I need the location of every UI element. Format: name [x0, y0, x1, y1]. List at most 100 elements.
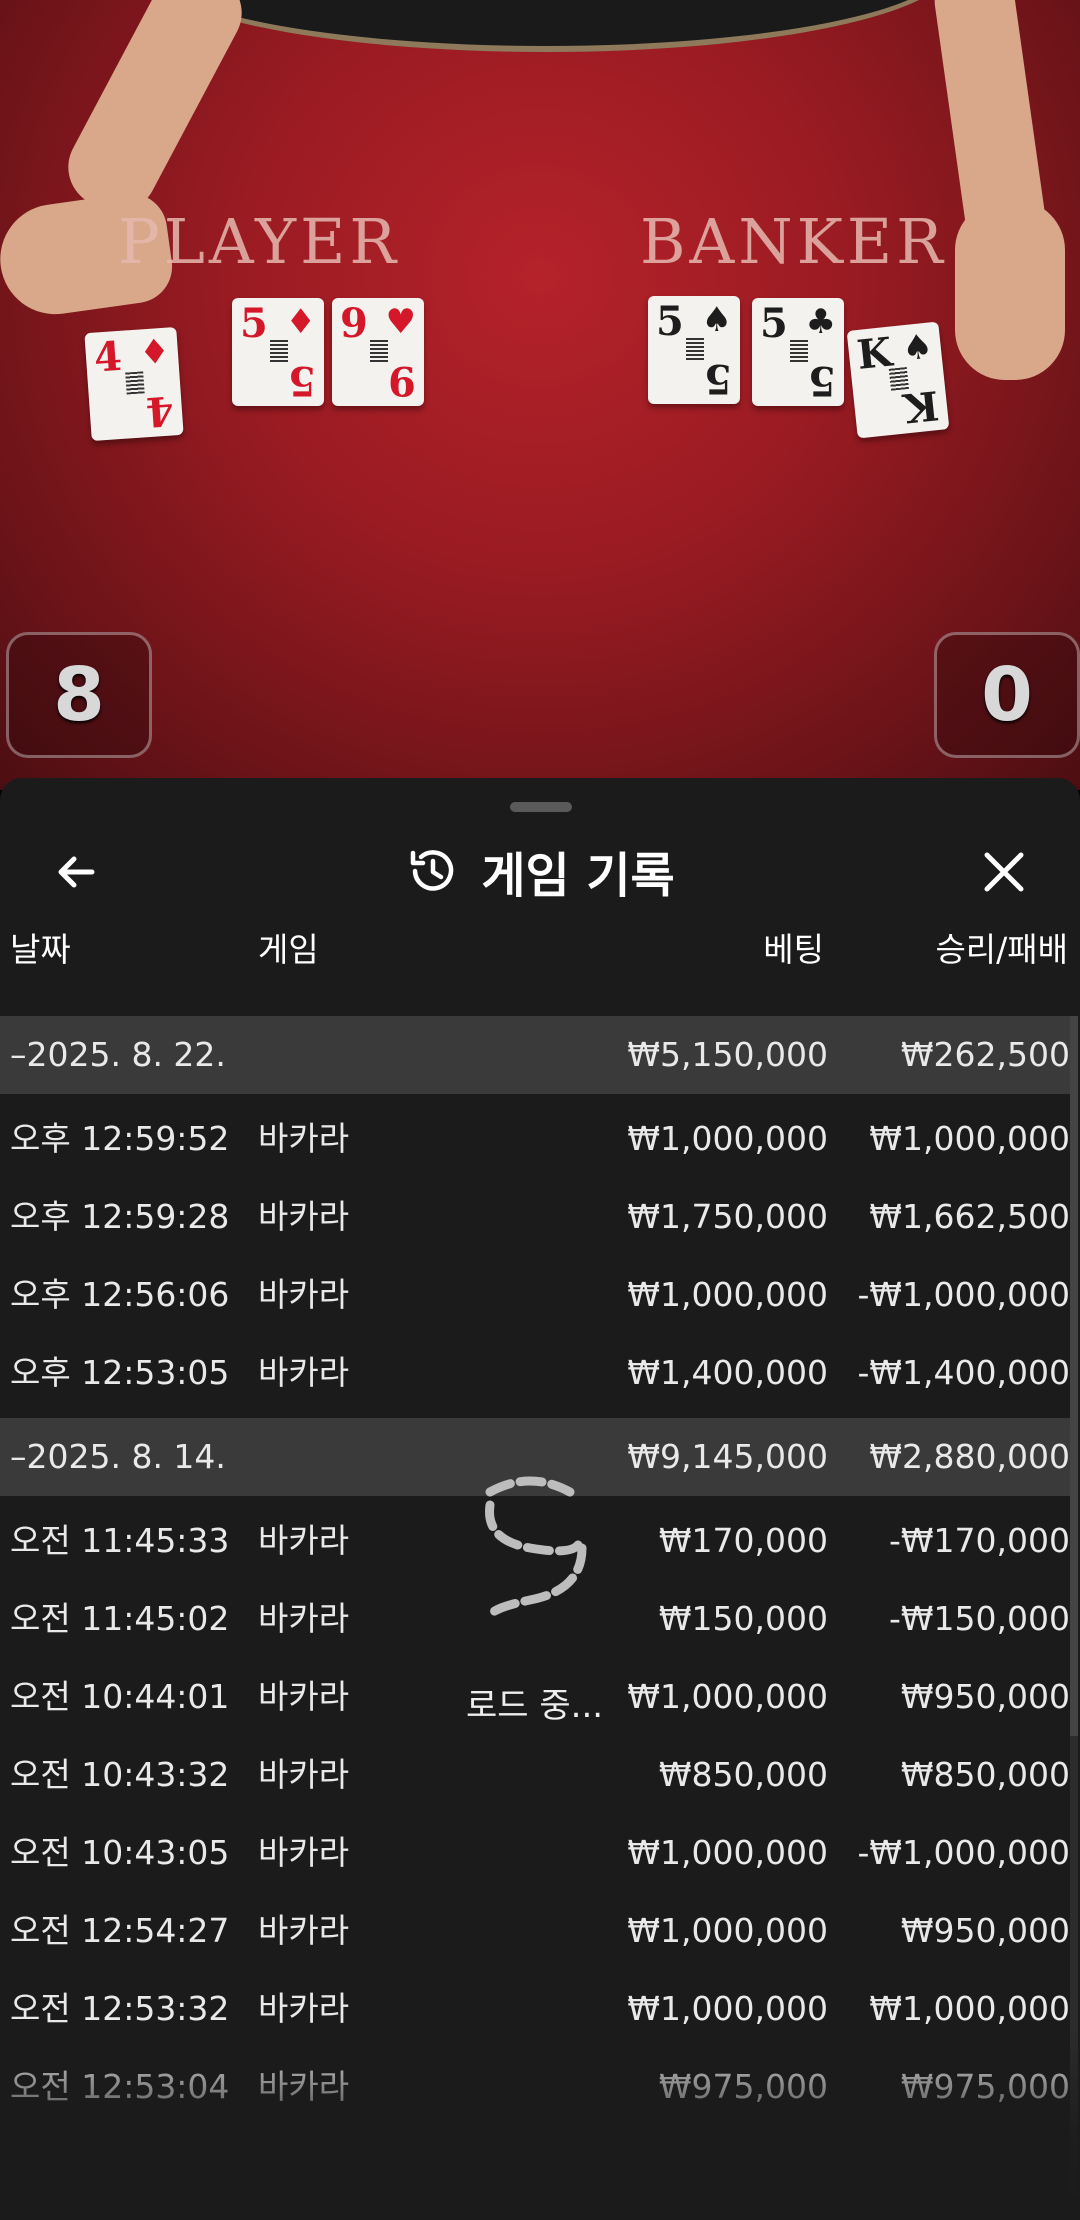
row-game: 바카라 — [258, 1521, 350, 1560]
loading-spinner-icon — [485, 1476, 587, 1621]
sheet-header: 게임 기록 — [0, 836, 1080, 906]
scrollbar[interactable] — [1070, 1016, 1078, 2196]
card-rank: 5 — [760, 300, 788, 347]
row-bet: ₩1,000,000 — [627, 1275, 828, 1314]
card-rank-inverted: 4 — [144, 386, 176, 436]
column-header-result: 승리/패배 — [935, 930, 1068, 969]
row-bet: ₩1,000,000 — [627, 1833, 828, 1872]
row-result: ₩950,000 — [900, 1911, 1070, 1950]
group-result-total: ₩262,500 — [900, 1035, 1070, 1074]
row-game: 바카라 — [258, 1677, 350, 1716]
row-bet: ₩1,000,000 — [627, 1911, 828, 1950]
drag-handle[interactable] — [510, 802, 572, 812]
table-row[interactable]: 오후 12:59:52 바카라 ₩1,000,000 ₩1,000,000 — [0, 1100, 1070, 1178]
loading-text: 로드 중... — [466, 1686, 604, 1726]
row-time: 오전 11:45:02 — [10, 1599, 230, 1638]
banker-label: BANKER — [640, 205, 947, 278]
date-group-row[interactable]: –2025. 8. 22. ₩5,150,000 ₩262,500 — [0, 1016, 1070, 1094]
dealer-right-hand — [955, 200, 1065, 380]
row-result: ₩975,000 — [900, 2067, 1070, 2106]
row-time: 오전 12:53:32 — [10, 1989, 230, 2028]
card-barcode — [270, 340, 288, 362]
row-time: 오전 12:54:27 — [10, 1911, 230, 1950]
row-result: ₩950,000 — [900, 1677, 1070, 1716]
row-game: 바카라 — [258, 1275, 350, 1314]
row-result: ₩1,000,000 — [869, 1119, 1070, 1158]
table-rim — [140, 0, 952, 52]
dealer-left-arm — [54, 0, 256, 226]
table-row[interactable]: 오전 10:43:32 바카라 ₩850,000 ₩850,000 — [0, 1736, 1070, 1814]
row-bet: ₩1,000,000 — [627, 1119, 828, 1158]
row-game: 바카라 — [258, 1197, 350, 1236]
column-header-bet: 베팅 — [763, 930, 824, 969]
banker-card: 5 ♠ 5 — [648, 296, 740, 404]
row-time: 오후 12:53:05 — [10, 1353, 230, 1392]
row-time: 오전 11:45:33 — [10, 1521, 230, 1560]
card-barcode — [790, 340, 808, 362]
page-title: 게임 기록 — [481, 848, 675, 904]
table-row[interactable]: 오전 12:53:04 바카라 ₩975,000 ₩975,000 — [0, 2048, 1070, 2126]
card-rank-inverted: 5 — [704, 355, 732, 402]
close-button[interactable] — [972, 840, 1036, 904]
row-time: 오후 12:59:52 — [10, 1119, 230, 1158]
row-bet: ₩1,750,000 — [627, 1197, 828, 1236]
column-header-game: 게임 — [258, 930, 319, 969]
group-result-total: ₩2,880,000 — [869, 1437, 1070, 1476]
row-bet: ₩1,000,000 — [627, 1677, 828, 1716]
group-bet-total: ₩5,150,000 — [627, 1035, 828, 1074]
row-bet: ₩150,000 — [658, 1599, 828, 1638]
row-result: -₩170,000 — [888, 1521, 1070, 1560]
card-rank: 5 — [240, 300, 268, 347]
player-card: 4 ♦ 4 — [84, 326, 184, 442]
group-date: –2025. 8. 14. — [10, 1437, 226, 1476]
row-game: 바카라 — [258, 1353, 350, 1392]
card-rank-inverted: 5 — [288, 357, 316, 404]
player-label: PLAYER — [118, 205, 401, 278]
table-row[interactable]: 오후 12:56:06 바카라 ₩1,000,000 -₩1,000,000 — [0, 1256, 1070, 1334]
player-card: 9 ♥ 9 — [332, 298, 424, 406]
row-result: ₩1,662,500 — [869, 1197, 1070, 1236]
card-barcode — [125, 371, 145, 395]
row-result: ₩850,000 — [900, 1755, 1070, 1794]
row-time: 오전 12:53:04 — [10, 2067, 230, 2106]
row-game: 바카라 — [258, 2067, 350, 2106]
card-suit: ♠ — [900, 326, 935, 370]
row-bet: ₩1,000,000 — [627, 1989, 828, 2028]
row-game: 바카라 — [258, 1599, 350, 1638]
player-score: 8 — [6, 632, 152, 758]
row-result: ₩1,000,000 — [869, 1989, 1070, 2028]
table-row[interactable]: 오후 12:59:28 바카라 ₩1,750,000 ₩1,662,500 — [0, 1178, 1070, 1256]
live-video-feed: PLAYER BANKER 4 ♦ 4 5 ♦ 5 9 ♥ 9 5 ♠ 5 5 ♣ 5 K ♠ K 8 0 — [0, 0, 1080, 790]
card-rank: 4 — [92, 332, 124, 382]
table-row[interactable]: 오전 12:53:32 바카라 ₩1,000,000 ₩1,000,000 — [0, 1970, 1070, 2048]
row-result: -₩150,000 — [888, 1599, 1070, 1638]
table-row[interactable]: 오후 12:53:05 바카라 ₩1,400,000 -₩1,400,000 — [0, 1334, 1070, 1412]
row-bet: ₩170,000 — [658, 1521, 828, 1560]
group-date: –2025. 8. 22. — [10, 1035, 226, 1074]
card-barcode — [370, 340, 388, 362]
row-game: 바카라 — [258, 1755, 350, 1794]
banker-card: K ♠ K — [846, 321, 950, 439]
group-bet-total: ₩9,145,000 — [627, 1437, 828, 1476]
card-suit: ♦ — [138, 331, 172, 374]
card-rank-inverted: K — [901, 381, 942, 432]
row-bet: ₩975,000 — [658, 2067, 828, 2106]
row-game: 바카라 — [258, 1989, 350, 2028]
row-time: 오후 12:56:06 — [10, 1275, 230, 1314]
row-game: 바카라 — [258, 1833, 350, 1872]
row-time: 오전 10:43:05 — [10, 1833, 230, 1872]
row-time: 오전 10:44:01 — [10, 1677, 230, 1716]
row-game: 바카라 — [258, 1119, 350, 1158]
row-spacer — [0, 2126, 1070, 2132]
table-row[interactable]: 오전 12:54:27 바카라 ₩1,000,000 ₩950,000 — [0, 1892, 1070, 1970]
row-game: 바카라 — [258, 1911, 350, 1950]
table-row[interactable]: 오전 10:43:05 바카라 ₩1,000,000 -₩1,000,000 — [0, 1814, 1070, 1892]
banker-score: 0 — [934, 632, 1080, 758]
row-bet: ₩1,400,000 — [627, 1353, 828, 1392]
card-rank-inverted: 5 — [808, 357, 836, 404]
row-result: -₩1,400,000 — [857, 1353, 1071, 1392]
scrollbar-thumb[interactable] — [1070, 1016, 1078, 1736]
column-header-date: 날짜 — [10, 930, 71, 969]
row-time: 오후 12:59:28 — [10, 1197, 230, 1236]
row-bet: ₩850,000 — [658, 1755, 828, 1794]
